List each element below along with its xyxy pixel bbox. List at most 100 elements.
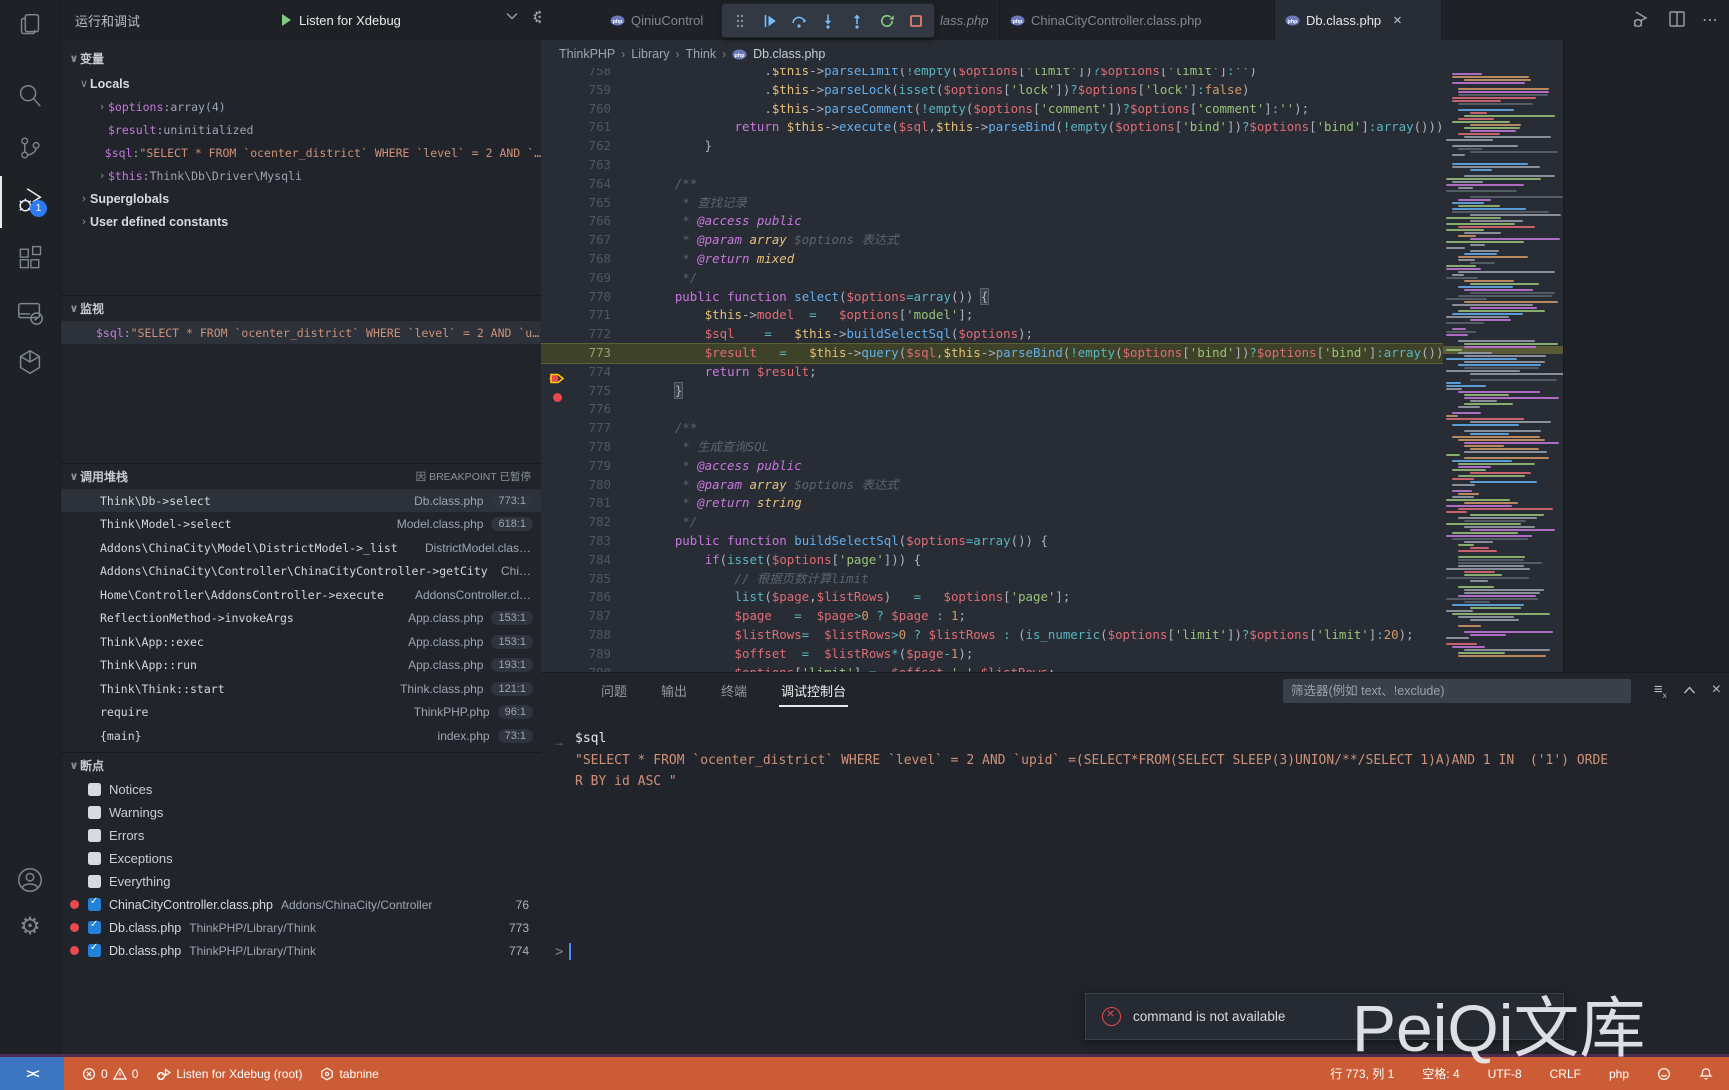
tab-db-class-php[interactable]: php Db.class.php ×	[1275, 0, 1442, 40]
tab-problems[interactable]: 问题	[601, 681, 627, 700]
variables-group[interactable]: ∨ Locals	[60, 72, 541, 95]
callstack-section-header[interactable]: ∨ 调用堆栈 因 BREAKPOINT 已暂停	[60, 463, 541, 488]
code-line-763: 763	[588, 157, 611, 172]
stack-frame[interactable]: Think\Db->select Db.class.php 773:1	[60, 489, 541, 512]
breakpoint-filter[interactable]: Warnings	[60, 801, 541, 824]
watermark: PeiQi文库	[1352, 991, 1646, 1065]
account-icon[interactable]	[0, 856, 60, 904]
close-panel-icon[interactable]: ×	[1712, 681, 1721, 699]
breakpoint-filter[interactable]: Everything	[60, 870, 541, 893]
variables-group[interactable]: › User defined constants	[60, 210, 541, 233]
debug-status[interactable]: Listen for Xdebug (root)	[156, 1067, 302, 1081]
bell-icon[interactable]	[1699, 1067, 1713, 1081]
tabnine-status[interactable]: tabnine	[320, 1067, 379, 1081]
split-editor-icon[interactable]	[1668, 10, 1686, 31]
remote-indicator[interactable]: ><	[0, 1057, 64, 1090]
checkbox[interactable]	[88, 942, 101, 957]
restart-button[interactable]	[876, 10, 898, 32]
code-line-787: 787 $page = $page>0 ? $page : 1;	[588, 608, 966, 624]
minimap[interactable]	[1443, 68, 1563, 672]
stack-frame[interactable]: Addons\ChinaCity\Model\DistrictModel->_l…	[60, 536, 541, 559]
code-line-768: 768 * @return mixed	[588, 251, 795, 266]
debug-config-selector[interactable]: Listen for Xdebug	[282, 0, 401, 40]
tab-debug-console[interactable]: 调试控制台	[779, 681, 849, 707]
console-filter-input[interactable]	[1283, 679, 1631, 703]
breakpoints-section-header[interactable]: ∨ 断点	[60, 752, 541, 777]
breakpoint-item[interactable]: Db.class.phpThinkPHP/Library/Think773	[60, 916, 541, 939]
step-over-button[interactable]	[788, 10, 810, 32]
checkbox[interactable]	[88, 896, 101, 911]
php-icon: php	[732, 49, 747, 59]
breakpoint-item[interactable]: Db.class.phpThinkPHP/Library/Think774	[60, 939, 541, 962]
feedback-icon[interactable]	[1657, 1067, 1671, 1081]
filter-icon[interactable]: ≡x	[1654, 681, 1667, 700]
stack-frame[interactable]: Think\App::run App.class.php 193:1	[60, 654, 541, 677]
source-control-icon[interactable]	[0, 124, 60, 172]
breakpoint-filter[interactable]: Notices	[60, 778, 541, 801]
variable-row[interactable]: $result: uninitialized	[60, 118, 541, 141]
php-icon: php	[610, 15, 625, 25]
step-into-button[interactable]	[817, 10, 839, 32]
checkbox[interactable]	[88, 852, 101, 865]
tab-terminal[interactable]: 终端	[721, 681, 747, 700]
code-area[interactable]: 758 .$this->parseLimit(!empty($options['…	[541, 68, 1443, 672]
stop-button[interactable]	[905, 10, 927, 32]
code-line-765: 765 * 查找记录	[588, 194, 747, 210]
breakpoint-filter[interactable]: Exceptions	[60, 847, 541, 870]
breakpoint-item[interactable]: ChinaCityController.class.phpAddons/Chin…	[60, 893, 541, 916]
close-icon[interactable]: ×	[1393, 12, 1402, 29]
stack-frame[interactable]: Think\Think::start Think.class.php 121:1	[60, 677, 541, 700]
debug-status-icon	[157, 1067, 172, 1080]
variable-row[interactable]: › $this: Think\Db\Driver\Mysqli	[60, 164, 541, 187]
problems-status[interactable]: 0 0	[82, 1067, 138, 1081]
breadcrumb[interactable]: ThinkPHP › Library › Think › php Db.class.p…	[541, 40, 1563, 68]
package-icon[interactable]	[0, 338, 60, 386]
step-out-button[interactable]	[846, 10, 868, 32]
watch-section-header[interactable]: ∨ 监视	[60, 295, 541, 320]
stack-frame[interactable]: Think\Model->select Model.class.php 618:1	[60, 513, 541, 536]
variable-row[interactable]: › $options: array(4)	[60, 95, 541, 118]
continue-button[interactable]	[759, 10, 781, 32]
code-line-760: 760 .$this->parseComment(!empty($options…	[588, 100, 1310, 116]
breakpoint-filter[interactable]: Errors	[60, 824, 541, 847]
run-debug-icon[interactable]	[0, 176, 60, 224]
remote-explorer-icon[interactable]	[0, 288, 60, 336]
code-line-774: 774 return $result;	[588, 363, 817, 379]
stack-frame[interactable]: Addons\ChinaCity\Controller\ChinaCityCon…	[60, 560, 541, 583]
checkbox[interactable]	[88, 919, 101, 934]
extensions-icon[interactable]	[0, 234, 60, 282]
tab-chinacitycontroller[interactable]: php ChinaCityController.class.php	[1000, 0, 1275, 40]
more-actions-icon[interactable]: ⋯	[1702, 10, 1719, 30]
code-line-771: 771 $this->model = $options['model'];	[588, 307, 974, 323]
variable-row[interactable]: $sql: "SELECT * FROM `ocenter_district` …	[60, 141, 541, 164]
settings-gear-icon[interactable]: ⚙	[0, 902, 60, 950]
drag-handle-icon[interactable]	[729, 10, 751, 32]
checkbox[interactable]	[88, 829, 101, 842]
console-expression[interactable]: $sql	[575, 731, 606, 746]
stack-frame[interactable]: require ThinkPHP.php 96:1	[60, 701, 541, 724]
stack-frame[interactable]: Home\Controller\AddonsController->execut…	[60, 583, 541, 606]
breakpoint-icon[interactable]	[553, 393, 562, 402]
console-input[interactable]: >	[555, 943, 572, 960]
watch-expression[interactable]: $sql: "SELECT * FROM `ocenter_district` …	[60, 321, 541, 344]
stack-frame[interactable]: ReflectionMethod->invokeArgs App.class.ph…	[60, 607, 541, 630]
breakpoint-icon	[70, 923, 79, 932]
checkbox[interactable]	[88, 875, 101, 888]
current-instruction-pointer-icon[interactable]	[549, 372, 566, 391]
start-debug-icon[interactable]	[282, 14, 291, 26]
variables-section-header[interactable]: ∨ 变量	[60, 46, 541, 70]
chevron-down-icon[interactable]	[505, 9, 519, 26]
tab-output[interactable]: 输出	[661, 681, 687, 700]
search-icon[interactable]	[0, 72, 60, 120]
checkbox[interactable]	[88, 806, 101, 819]
explorer-icon[interactable]	[0, 2, 60, 50]
stack-frame[interactable]: {main} index.php 73:1	[60, 724, 541, 747]
console-result-line1: "SELECT * FROM `ocenter_district` WHERE …	[575, 753, 1609, 768]
secondary-sidebar	[1563, 40, 1729, 672]
maximize-panel-icon[interactable]	[1683, 683, 1696, 698]
debug-config-label[interactable]: Listen for Xdebug	[299, 13, 401, 28]
run-debug-file-icon[interactable]	[1632, 9, 1652, 32]
checkbox[interactable]	[88, 783, 101, 796]
stack-frame[interactable]: Think\App::exec App.class.php 153:1	[60, 630, 541, 653]
variables-group[interactable]: › Superglobals	[60, 187, 541, 210]
